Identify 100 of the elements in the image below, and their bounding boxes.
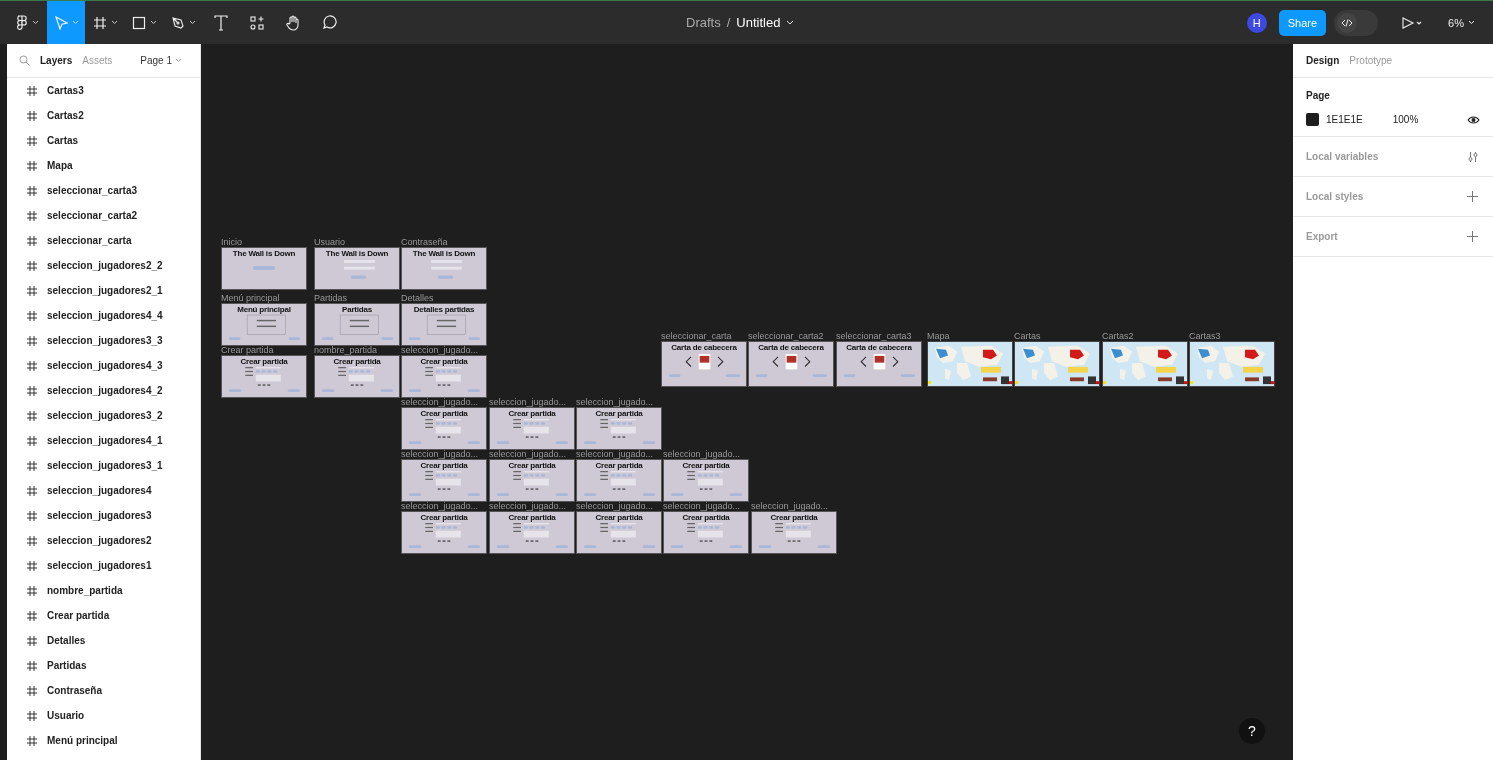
layer-item[interactable]: Mapa: [47, 160, 73, 171]
caret-icon[interactable]: [786, 20, 795, 25]
caret-icon[interactable]: [32, 20, 39, 25]
zoom-menu[interactable]: 6%: [1442, 15, 1481, 30]
frame-thumbnail[interactable]: Menú principal: [221, 303, 307, 346]
caret-icon[interactable]: [189, 20, 196, 25]
frame-thumbnail[interactable]: Crear partida: [401, 459, 487, 502]
frame-thumbnail[interactable]: Crear partida: [576, 459, 662, 502]
layer-item[interactable]: seleccion_jugadores3_1: [47, 460, 163, 471]
eye-icon[interactable]: [1467, 115, 1480, 124]
frame-label[interactable]: Crear partida: [221, 345, 274, 355]
frame-label[interactable]: Usuario: [314, 237, 345, 247]
frame-label[interactable]: Contraseña: [401, 237, 448, 247]
frame-thumbnail[interactable]: The Wall is Down: [401, 247, 487, 290]
frame-label[interactable]: seleccion_jugado...: [401, 397, 479, 407]
help-button[interactable]: ?: [1239, 718, 1265, 744]
dev-mode-toggle[interactable]: [1334, 9, 1379, 36]
frame-thumbnail[interactable]: Carta de cabecera: [748, 341, 834, 387]
layer-item[interactable]: Detalles: [47, 635, 86, 646]
frame-thumbnail[interactable]: Carta de cabecera: [661, 341, 747, 387]
layer-item[interactable]: Cartas3: [47, 85, 84, 96]
frame-label[interactable]: Menú principal: [221, 293, 280, 303]
caret-icon[interactable]: [111, 20, 118, 25]
frame-thumbnail[interactable]: Carta de cabecera: [836, 341, 922, 387]
layer-item[interactable]: seleccionar_carta: [47, 235, 132, 246]
frame-label[interactable]: Cartas2: [1102, 331, 1134, 341]
panel-tab[interactable]: Design: [1306, 55, 1340, 66]
cursor-icon[interactable]: [53, 15, 68, 30]
layer-item[interactable]: Menú principal: [47, 735, 118, 746]
layer-item[interactable]: Cartas: [47, 135, 79, 146]
layer-item[interactable]: seleccion_jugadores2_2: [47, 260, 163, 271]
frame-label[interactable]: seleccion_jugado...: [489, 501, 567, 511]
layer-item[interactable]: seleccion_jugadores2_1: [47, 285, 163, 296]
layer-item[interactable]: Partidas: [47, 660, 87, 671]
frame-label[interactable]: seleccionar_carta3: [836, 331, 912, 341]
frame-label[interactable]: seleccionar_carta: [661, 331, 732, 341]
hex-value[interactable]: 1E1E1E: [1326, 114, 1363, 125]
variables-icon[interactable]: [1468, 150, 1478, 163]
frame-label[interactable]: seleccion_jugado...: [663, 449, 741, 459]
frame-thumbnail[interactable]: Crear partida: [576, 511, 662, 554]
frame-label[interactable]: Partidas: [314, 293, 348, 303]
layer-item[interactable]: Usuario: [47, 710, 85, 721]
opacity-value[interactable]: 100%: [1392, 114, 1419, 125]
layer-item[interactable]: seleccion_jugadores2: [47, 535, 152, 546]
file-name[interactable]: Untitled: [736, 15, 781, 30]
shapes-icon[interactable]: [250, 15, 264, 30]
user-avatar[interactable]: H: [1246, 12, 1267, 33]
frame-label[interactable]: seleccion_jugado...: [489, 397, 567, 407]
layer-item[interactable]: seleccion_jugadores3_3: [47, 335, 163, 346]
add-icon[interactable]: [1467, 231, 1478, 242]
frame-thumbnail[interactable]: Crear partida: [489, 511, 575, 554]
search-icon[interactable]: [19, 55, 30, 66]
frame-label[interactable]: Cartas3: [1189, 331, 1221, 341]
frame-thumbnail[interactable]: Crear partida: [401, 511, 487, 554]
frame-thumbnail[interactable]: The Wall is Down: [314, 247, 400, 290]
frame-thumbnail[interactable]: Crear partida: [401, 407, 487, 450]
hand-icon[interactable]: [285, 14, 301, 31]
frame-label[interactable]: Inicio: [221, 237, 242, 247]
frame-label[interactable]: Detalles: [401, 293, 434, 303]
layer-item[interactable]: seleccion_jugadores4_3: [47, 360, 163, 371]
layer-item[interactable]: seleccion_jugadores3: [47, 510, 152, 521]
frame-thumbnail[interactable]: Detalles partidas: [401, 303, 487, 346]
frame-label[interactable]: seleccion_jugado...: [401, 501, 479, 511]
frame-thumbnail[interactable]: Crear partida: [663, 459, 749, 502]
layer-item[interactable]: Crear partida: [47, 610, 110, 621]
frame-label[interactable]: seleccion_jugado...: [576, 397, 654, 407]
frame-label[interactable]: Cartas: [1014, 331, 1041, 341]
caret-icon[interactable]: [150, 20, 157, 25]
layer-item[interactable]: seleccionar_carta3: [47, 185, 138, 196]
frame-label[interactable]: seleccion_jugado...: [401, 345, 479, 355]
layer-item[interactable]: seleccionar_carta2: [47, 210, 138, 221]
frame-thumbnail[interactable]: Crear partida: [751, 511, 837, 554]
frame-label[interactable]: seleccion_jugado...: [751, 501, 829, 511]
page-selector[interactable]: Page 1: [134, 54, 188, 67]
rectangle-icon[interactable]: [132, 15, 146, 30]
layer-item[interactable]: seleccion_jugadores4_1: [47, 435, 163, 446]
frame-thumbnail[interactable]: Crear partida: [663, 511, 749, 554]
frame-thumbnail[interactable]: Crear partida: [221, 355, 307, 398]
layer-item[interactable]: Cartas2: [47, 110, 84, 121]
frame-thumbnail[interactable]: The Wall is Down: [221, 247, 307, 290]
frame-thumbnail[interactable]: Crear partida: [489, 407, 575, 450]
frame-thumbnail[interactable]: Crear partida: [314, 355, 400, 398]
layer-item[interactable]: seleccion_jugadores4_4: [47, 310, 163, 321]
frame-thumbnail[interactable]: Crear partida: [401, 355, 487, 398]
layer-item[interactable]: seleccion_jugadores4: [47, 485, 152, 496]
layer-item[interactable]: seleccion_jugadores4_2: [47, 385, 163, 396]
comment-icon[interactable]: [321, 15, 337, 30]
add-icon[interactable]: [1467, 191, 1478, 202]
frame-label[interactable]: Mapa: [927, 331, 950, 341]
frame-label[interactable]: seleccionar_carta2: [748, 331, 824, 341]
frame-label[interactable]: seleccion_jugado...: [401, 449, 479, 459]
layer-item[interactable]: nombre_partida: [47, 585, 123, 596]
frame-thumbnail[interactable]: Partidas: [314, 303, 400, 346]
folder-name[interactable]: Drafts: [686, 15, 721, 30]
frame-icon[interactable]: [93, 15, 107, 30]
frame-label[interactable]: seleccion_jugado...: [576, 501, 654, 511]
layer-item[interactable]: Contraseña: [47, 685, 102, 696]
frame-thumbnail[interactable]: Crear partida: [576, 407, 662, 450]
frame-label[interactable]: seleccion_jugado...: [663, 501, 741, 511]
layer-item[interactable]: seleccion_jugadores3_2: [47, 410, 163, 421]
